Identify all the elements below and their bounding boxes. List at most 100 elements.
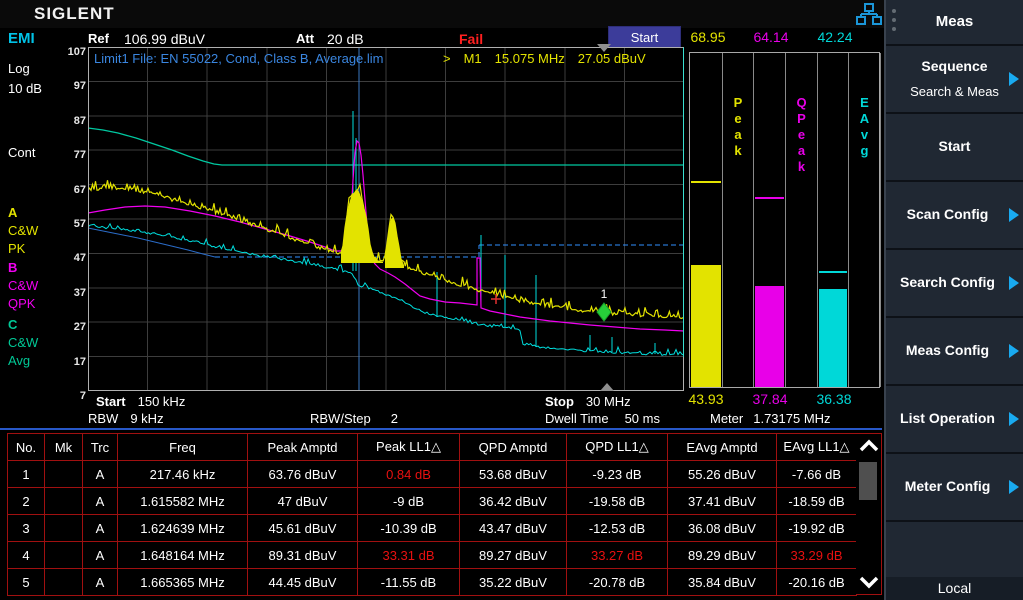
menu-item-meter-config[interactable]: Meter Config <box>886 454 1023 522</box>
menu-item-label: Scan Config <box>886 206 1009 222</box>
menu-item-meas-config[interactable]: Meas Config <box>886 318 1023 386</box>
menu-item-label: Start <box>886 138 1023 154</box>
table-row[interactable]: 5A1.665365 MHz44.45 dBuV-11.55 dB35.22 d… <box>8 569 857 596</box>
signal-table: No.MkTrcFreqPeak AmptdPeak LL1△QPD Amptd… <box>7 433 857 596</box>
meter-freq-readout: Meter 1.73175 MHz <box>710 411 831 426</box>
meter-bar-maxline-peak <box>691 181 721 183</box>
meter-bottom-value-eavg: 36.38 <box>803 391 865 407</box>
y-tick-97: 97 <box>54 80 86 92</box>
menu-item-start[interactable]: Start <box>886 114 1023 182</box>
table-cell: 36.42 dBuV <box>460 488 567 515</box>
table-cell: 36.08 dBuV <box>668 515 777 542</box>
table-cell: 44.45 dBuV <box>248 569 358 596</box>
meter-top-value-eavg: 42.24 <box>804 29 866 45</box>
table-cell: 89.27 dBuV <box>460 542 567 569</box>
table-cell: -11.55 dB <box>358 569 460 596</box>
table-divider-line <box>0 428 882 430</box>
meter-channel-label-peak: Peak <box>723 95 753 159</box>
table-cell: 55.26 dBuV <box>668 461 777 488</box>
table-cell: -7.66 dB <box>777 461 857 488</box>
local-button[interactable]: Local <box>884 577 1023 600</box>
table-cell: -9.23 dB <box>567 461 668 488</box>
table-header-peak-ll1-: Peak LL1△ <box>358 434 460 461</box>
table-cell: -19.92 dB <box>777 515 857 542</box>
table-cell: 5 <box>8 569 45 596</box>
table-header-qpd-amptd: QPD Amptd <box>460 434 567 461</box>
meter-bar-eavg <box>818 53 849 387</box>
table-cell: 1.648164 MHz <box>118 542 248 569</box>
y-tick-17: 17 <box>54 356 86 368</box>
trace-b-id: B <box>8 260 17 275</box>
table-cell: 1.615582 MHz <box>118 488 248 515</box>
menu-item-sequence[interactable]: SequenceSearch & Meas <box>886 46 1023 114</box>
menu-item-scan-config[interactable]: Scan Config <box>886 182 1023 250</box>
meter-bar-maxline-eavg <box>819 271 847 273</box>
table-cell: 35.22 dBuV <box>460 569 567 596</box>
meter-label-col-qpeak: QPeak <box>786 53 818 387</box>
table-cell: A <box>83 461 118 488</box>
table-cell: 37.41 dBuV <box>668 488 777 515</box>
table-row[interactable]: 4A1.648164 MHz89.31 dBuV33.31 dB89.27 dB… <box>8 542 857 569</box>
meter-bar-fill-peak <box>691 265 721 387</box>
meter-freq-label: Meter <box>710 411 743 426</box>
submenu-arrow-icon <box>1009 480 1019 494</box>
meter-bar-fill-eavg <box>819 289 847 387</box>
meter-bar-maxline-qpeak <box>755 197 784 199</box>
table-cell: 4 <box>8 542 45 569</box>
start-button[interactable]: Start <box>608 26 681 48</box>
start-freq-readout: Start 150 kHz <box>96 394 185 409</box>
meter-top-value-peak: 68.95 <box>677 29 739 45</box>
scroll-down-button[interactable] <box>857 570 881 594</box>
table-cell: -10.39 dB <box>358 515 460 542</box>
table-row[interactable]: 3A1.624639 MHz45.61 dBuV-10.39 dB43.47 d… <box>8 515 857 542</box>
scale-label: 10 dB <box>8 81 42 96</box>
table-cell: 217.46 kHz <box>118 461 248 488</box>
ref-value: 106.99 dBuV <box>124 31 205 47</box>
menu-item-list-operation[interactable]: List Operation <box>886 386 1023 454</box>
y-tick-7: 7 <box>54 390 86 402</box>
table-row[interactable]: 1A217.46 kHz63.76 dBuV0.84 dB53.68 dBuV-… <box>8 461 857 488</box>
table-cell: A <box>83 488 118 515</box>
meter-bar-panel: PeakQPeakEAvg <box>689 52 880 388</box>
table-header-mk: Mk <box>45 434 83 461</box>
menu-title: Meas <box>886 0 1023 44</box>
status-badge: Fail <box>459 31 483 47</box>
dwell-time-label: Dwell Time <box>545 411 609 426</box>
blue-limit-curve <box>88 228 215 257</box>
table-cell: 1 <box>8 461 45 488</box>
menu-item-label: Meter Config <box>886 478 1009 494</box>
table-cell: 35.84 dBuV <box>668 569 777 596</box>
table-cell: A <box>83 569 118 596</box>
att-value: 20 dB <box>327 31 364 47</box>
marker-readout: > M1 15.075 MHz 27.05 dBuV <box>443 51 646 66</box>
menu-item-label: Meas Config <box>886 342 1009 358</box>
table-row[interactable]: 2A1.615582 MHz47 dBuV-9 dB36.42 dBuV-19.… <box>8 488 857 515</box>
rbw-step-label: RBW/Step <box>310 411 371 426</box>
table-cell: 53.68 dBuV <box>460 461 567 488</box>
trace-a-detector: PK <box>8 241 25 256</box>
meter-freq-value: 1.73175 MHz <box>753 411 830 426</box>
scale-type-label: Log <box>8 61 30 76</box>
table-cell: 89.31 dBuV <box>248 542 358 569</box>
table-cell: 0.84 dB <box>358 461 460 488</box>
stop-freq-value: 30 MHz <box>586 394 631 409</box>
table-header-eavg-amptd: EAvg Amptd <box>668 434 777 461</box>
table-header-eavg-ll1-: EAvg LL1△ <box>777 434 857 461</box>
table-cell: 3 <box>8 515 45 542</box>
y-tick-47: 47 <box>54 252 86 264</box>
scrollbar-thumb[interactable] <box>859 462 877 500</box>
y-tick-27: 27 <box>54 321 86 333</box>
table-scrollbar[interactable] <box>856 433 882 595</box>
marker-1-diamond[interactable] <box>597 303 611 321</box>
table-cell <box>45 488 83 515</box>
meter-top-value-qpeak: 64.14 <box>740 29 802 45</box>
marker-amptd: 27.05 dBuV <box>578 51 646 66</box>
trace-a-coupling: C&W <box>8 223 38 238</box>
scroll-up-button[interactable] <box>857 434 881 458</box>
marker-position-indicator-top <box>597 44 611 52</box>
table-header-row: No.MkTrcFreqPeak AmptdPeak LL1△QPD Amptd… <box>8 434 857 461</box>
submenu-arrow-icon <box>1009 72 1019 86</box>
meter-bar-peak <box>690 53 723 387</box>
menu-item-search-config[interactable]: Search Config <box>886 250 1023 318</box>
table-cell: -19.58 dB <box>567 488 668 515</box>
